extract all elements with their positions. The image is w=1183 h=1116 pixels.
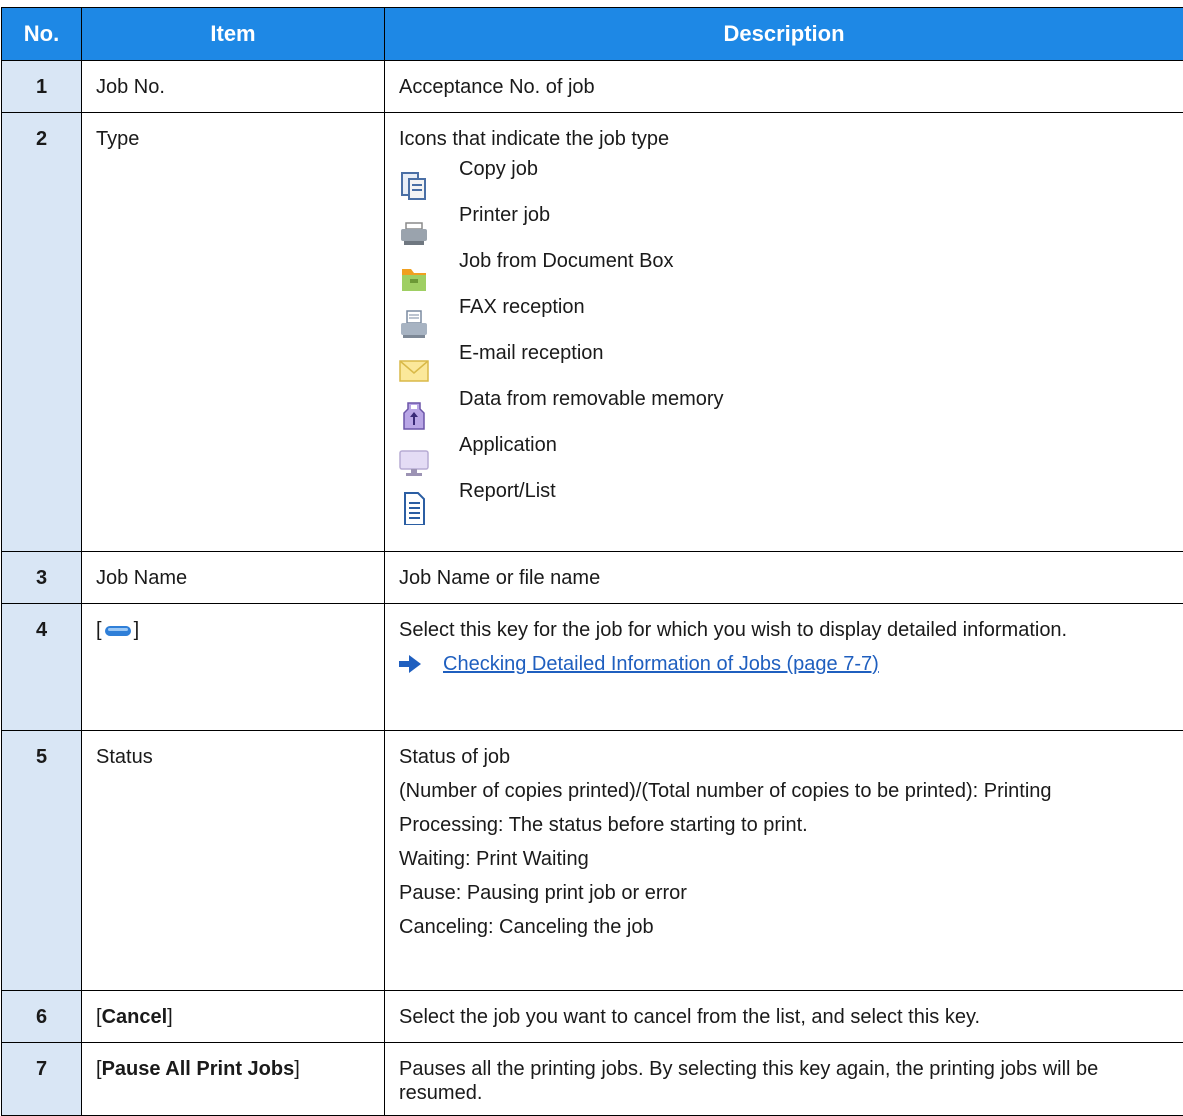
- row-description: Job Name or file name: [385, 552, 1183, 604]
- table-row: 6 [Cancel] Select the job you want to ca…: [2, 991, 1183, 1043]
- printer-job-icon: [399, 211, 429, 249]
- type-row-report: Report/List: [399, 479, 1169, 525]
- description-text: Icons that indicate the job type: [399, 127, 1169, 151]
- item-bracket-open: [: [96, 619, 102, 641]
- reference-link-row: Checking Detailed Information of Jobs (p…: [399, 652, 1169, 676]
- pause-all-print-jobs-key-label: Pause All Print Jobs: [102, 1058, 295, 1080]
- row-number: 3: [2, 552, 82, 604]
- row-item: [ ]: [82, 604, 385, 731]
- status-line: Canceling: Canceling the job: [399, 915, 1169, 939]
- type-label: E-mail reception: [459, 341, 604, 365]
- row-item: [Cancel]: [82, 991, 385, 1043]
- type-row-application: Application: [399, 433, 1169, 479]
- table-row: 5 Status Status of job (Number of copies…: [2, 731, 1183, 991]
- type-label: Printer job: [459, 203, 550, 227]
- status-line: Status of job: [399, 745, 1169, 769]
- type-label: Job from Document Box: [459, 249, 674, 273]
- report-list-icon: [399, 487, 429, 525]
- email-reception-icon: [399, 349, 429, 387]
- document-box-icon: [399, 257, 429, 295]
- table-row: 7 [Pause All Print Jobs] Pauses all the …: [2, 1043, 1183, 1116]
- removable-memory-icon: [399, 395, 429, 433]
- table-header-row: No. Item Description: [2, 8, 1183, 61]
- application-icon: [399, 441, 429, 479]
- row-description: Status of job (Number of copies printed)…: [385, 731, 1183, 991]
- type-row-removable-memory: Data from removable memory: [399, 387, 1169, 433]
- row-item: Type: [82, 113, 385, 552]
- status-line: Waiting: Print Waiting: [399, 847, 1169, 871]
- row-description: Pauses all the printing jobs. By selecti…: [385, 1043, 1183, 1116]
- row-number: 4: [2, 604, 82, 731]
- row-item: Status: [82, 731, 385, 991]
- checking-detailed-information-link[interactable]: Checking Detailed Information of Jobs (p…: [443, 652, 879, 676]
- type-row-copy: Copy job: [399, 157, 1169, 203]
- fax-reception-icon: [399, 303, 429, 341]
- row-description: Select the job you want to cancel from t…: [385, 991, 1183, 1043]
- header-item: Item: [82, 8, 385, 61]
- cancel-key-label: Cancel: [102, 1006, 168, 1028]
- row-number: 1: [2, 61, 82, 113]
- row-number: 6: [2, 991, 82, 1043]
- type-label: Data from removable memory: [459, 387, 724, 411]
- table-row: 4 [ ] Select this key for the job for wh…: [2, 604, 1183, 731]
- type-row-document-box: Job from Document Box: [399, 249, 1169, 295]
- status-line: Processing: The status before starting t…: [399, 813, 1169, 837]
- row-item: Job Name: [82, 552, 385, 604]
- header-no: No.: [2, 8, 82, 61]
- type-row-printer: Printer job: [399, 203, 1169, 249]
- table-row: 3 Job Name Job Name or file name: [2, 552, 1183, 604]
- description-text: Job Name or file name: [399, 566, 1169, 590]
- description-text: Select the job you want to cancel from t…: [399, 1005, 1169, 1029]
- row-number: 7: [2, 1043, 82, 1116]
- job-status-table: No. Item Description 1 Job No. Acceptanc…: [1, 7, 1183, 1116]
- description-text: Select this key for the job for which yo…: [399, 618, 1169, 642]
- table-row: 2 Type Icons that indicate the job type …: [2, 113, 1183, 552]
- arrow-right-icon: [399, 655, 421, 673]
- row-item: Job No.: [82, 61, 385, 113]
- header-description: Description: [385, 8, 1183, 61]
- type-label: Application: [459, 433, 557, 457]
- row-description: Select this key for the job for which yo…: [385, 604, 1183, 731]
- row-description: Acceptance No. of job: [385, 61, 1183, 113]
- description-text: Pauses all the printing jobs. By selecti…: [399, 1057, 1169, 1105]
- row-number: 5: [2, 731, 82, 991]
- item-bracket-close: ]: [134, 619, 140, 641]
- description-text: Acceptance No. of job: [399, 75, 1169, 99]
- item-bracket-close: ]: [167, 1006, 173, 1028]
- table-row: 1 Job No. Acceptance No. of job: [2, 61, 1183, 113]
- status-line: Pause: Pausing print job or error: [399, 881, 1169, 905]
- type-row-email: E-mail reception: [399, 341, 1169, 387]
- type-label: FAX reception: [459, 295, 585, 319]
- type-label: Copy job: [459, 157, 538, 181]
- detail-key-icon: [104, 624, 132, 638]
- type-row-fax: FAX reception: [399, 295, 1169, 341]
- status-line: (Number of copies printed)/(Total number…: [399, 779, 1169, 803]
- copy-job-icon: [399, 165, 429, 203]
- row-number: 2: [2, 113, 82, 552]
- row-description: Icons that indicate the job type Copy jo…: [385, 113, 1183, 552]
- type-label: Report/List: [459, 479, 556, 503]
- item-bracket-close: ]: [294, 1058, 300, 1080]
- row-item: [Pause All Print Jobs]: [82, 1043, 385, 1116]
